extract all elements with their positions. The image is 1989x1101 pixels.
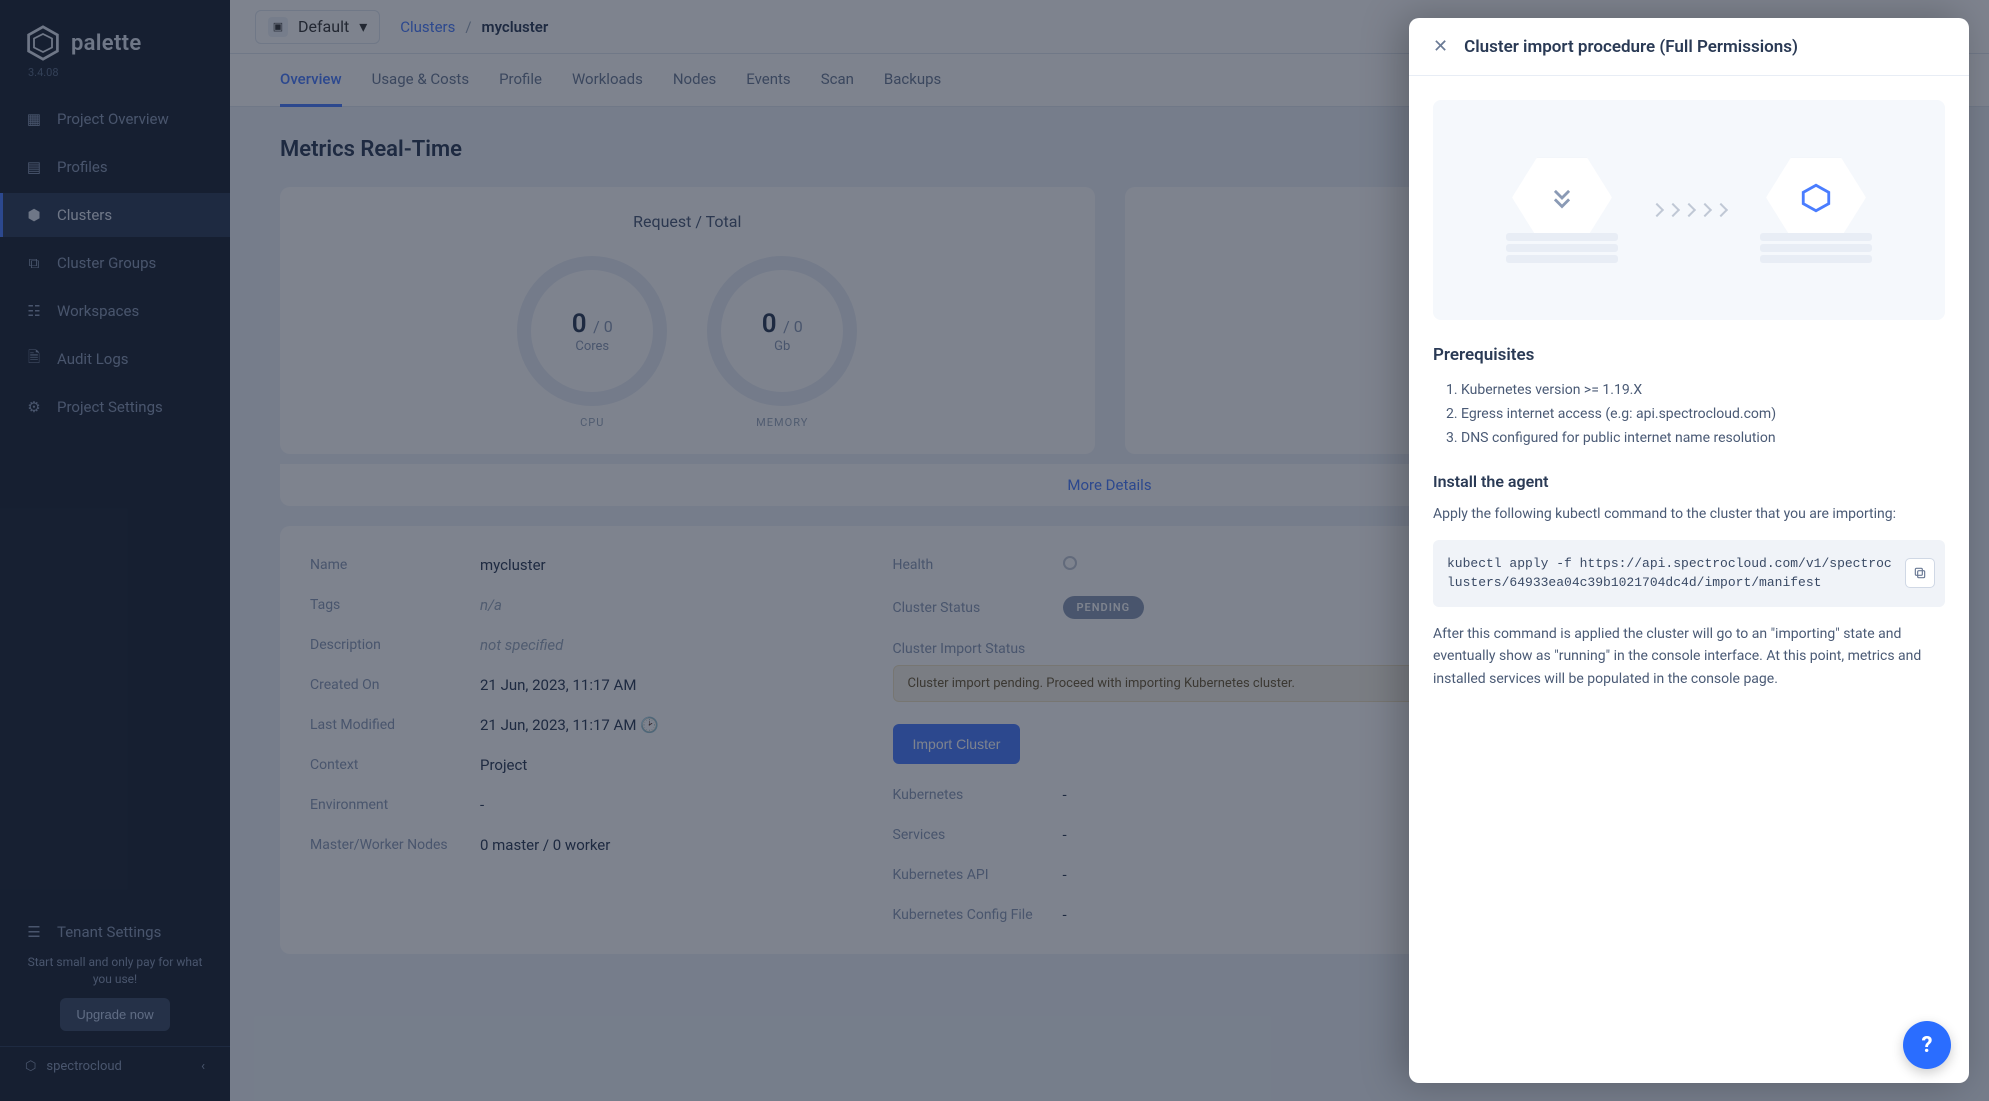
upgrade-box: Start small and only pay for what you us… bbox=[0, 954, 230, 1046]
cluster-name-value: mycluster bbox=[480, 556, 546, 574]
tab-backups[interactable]: Backups bbox=[884, 54, 941, 106]
sliders-icon: ☰ bbox=[25, 923, 43, 941]
project-badge-icon: ▣ bbox=[268, 17, 288, 37]
drawer-title: Cluster import procedure (Full Permissio… bbox=[1464, 37, 1798, 57]
sidebar-item-project-settings[interactable]: ⚙Project Settings bbox=[0, 385, 230, 429]
metric-panel-request-total: Request / Total 0 / 0 Cores CPU 0 / 0 bbox=[280, 187, 1095, 454]
tab-profile[interactable]: Profile bbox=[499, 54, 542, 106]
chevron-down-icon: ▾ bbox=[359, 17, 367, 36]
upgrade-button[interactable]: Upgrade now bbox=[60, 998, 169, 1031]
panel-head: Request / Total bbox=[305, 212, 1070, 231]
copy-icon bbox=[1913, 566, 1927, 580]
sidebar-item-audit-logs[interactable]: 🗎Audit Logs bbox=[0, 337, 230, 381]
sidebar-item-tenant-settings[interactable]: ☰Tenant Settings bbox=[0, 910, 230, 954]
cluster-icon: ⬢ bbox=[25, 206, 43, 224]
code-block: kubectl apply -f https://api.spectroclou… bbox=[1433, 540, 1945, 607]
clock-icon: 🕑 bbox=[640, 716, 659, 734]
tab-overview[interactable]: Overview bbox=[280, 54, 342, 107]
health-indicator bbox=[1063, 556, 1077, 570]
install-heading: Install the agent bbox=[1433, 472, 1945, 491]
close-icon[interactable]: ✕ bbox=[1433, 36, 1448, 57]
tab-scan[interactable]: Scan bbox=[821, 54, 854, 106]
details-col-2: Health Cluster StatusPENDING Cluster Imp… bbox=[893, 556, 1436, 924]
group-icon: ⧉ bbox=[25, 254, 43, 272]
project-selector[interactable]: ▣ Default ▾ bbox=[255, 10, 380, 44]
chevron-left-icon: ‹ bbox=[201, 1059, 205, 1074]
install-text: Apply the following kubectl command to t… bbox=[1433, 503, 1945, 525]
brand-name: palette bbox=[71, 31, 141, 56]
gear-icon: ⚙ bbox=[25, 398, 43, 416]
grid-icon: ▦ bbox=[25, 110, 43, 128]
sidebar: palette 3.4.08 ▦Project Overview ▤Profil… bbox=[0, 0, 230, 1101]
sidebar-item-cluster-groups[interactable]: ⧉Cluster Groups bbox=[0, 241, 230, 285]
log-icon: 🗎 bbox=[25, 350, 43, 368]
sidebar-item-overview[interactable]: ▦Project Overview bbox=[0, 97, 230, 141]
hex-icon: ⬡ bbox=[25, 1059, 36, 1074]
after-text: After this command is applied the cluste… bbox=[1433, 623, 1945, 690]
footer-org[interactable]: ⬡ spectrocloud ‹ bbox=[0, 1046, 230, 1086]
breadcrumb: Clusters / mycluster bbox=[400, 18, 548, 36]
brand: palette bbox=[0, 15, 230, 66]
layers-icon: ▤ bbox=[25, 158, 43, 176]
upgrade-text: Start small and only pay for what you us… bbox=[20, 954, 210, 988]
tab-nodes[interactable]: Nodes bbox=[673, 54, 716, 106]
sidebar-item-workspaces[interactable]: ☷Workspaces bbox=[0, 289, 230, 333]
tab-usage-costs[interactable]: Usage & Costs bbox=[372, 54, 470, 106]
import-status-banner: Cluster import pending. Proceed with imp… bbox=[893, 665, 1436, 702]
main-nav: ▦Project Overview ▤Profiles ⬢Clusters ⧉C… bbox=[0, 97, 230, 429]
prereq-heading: Prerequisites bbox=[1433, 345, 1945, 365]
app-root: palette 3.4.08 ▦Project Overview ▤Profil… bbox=[0, 0, 1989, 1101]
breadcrumb-leaf: mycluster bbox=[482, 18, 549, 36]
tab-workloads[interactable]: Workloads bbox=[572, 54, 643, 106]
logo-icon bbox=[25, 25, 61, 61]
gauge-memory: 0 / 0 Gb MEMORY bbox=[707, 256, 857, 429]
prereq-list: Kubernetes version >= 1.19.X Egress inte… bbox=[1433, 379, 1945, 450]
import-cluster-button[interactable]: Import Cluster bbox=[893, 724, 1021, 764]
import-drawer: ✕ Cluster import procedure (Full Permiss… bbox=[1409, 18, 1969, 1083]
copy-button[interactable] bbox=[1905, 558, 1935, 588]
sidebar-item-clusters[interactable]: ⬢Clusters bbox=[0, 193, 230, 237]
breadcrumb-root[interactable]: Clusters bbox=[400, 18, 455, 36]
details-col-1: Namemycluster Tagsn/a Descriptionnot spe… bbox=[310, 556, 853, 924]
workspace-icon: ☷ bbox=[25, 302, 43, 320]
sidebar-item-profiles[interactable]: ▤Profiles bbox=[0, 145, 230, 189]
version-label: 3.4.08 bbox=[0, 66, 230, 97]
gauge-cpu: 0 / 0 Cores CPU bbox=[517, 256, 667, 429]
help-button[interactable]: ? bbox=[1903, 1021, 1951, 1069]
status-badge: PENDING bbox=[1063, 596, 1145, 619]
tab-events[interactable]: Events bbox=[746, 54, 790, 106]
illustration bbox=[1433, 100, 1945, 320]
